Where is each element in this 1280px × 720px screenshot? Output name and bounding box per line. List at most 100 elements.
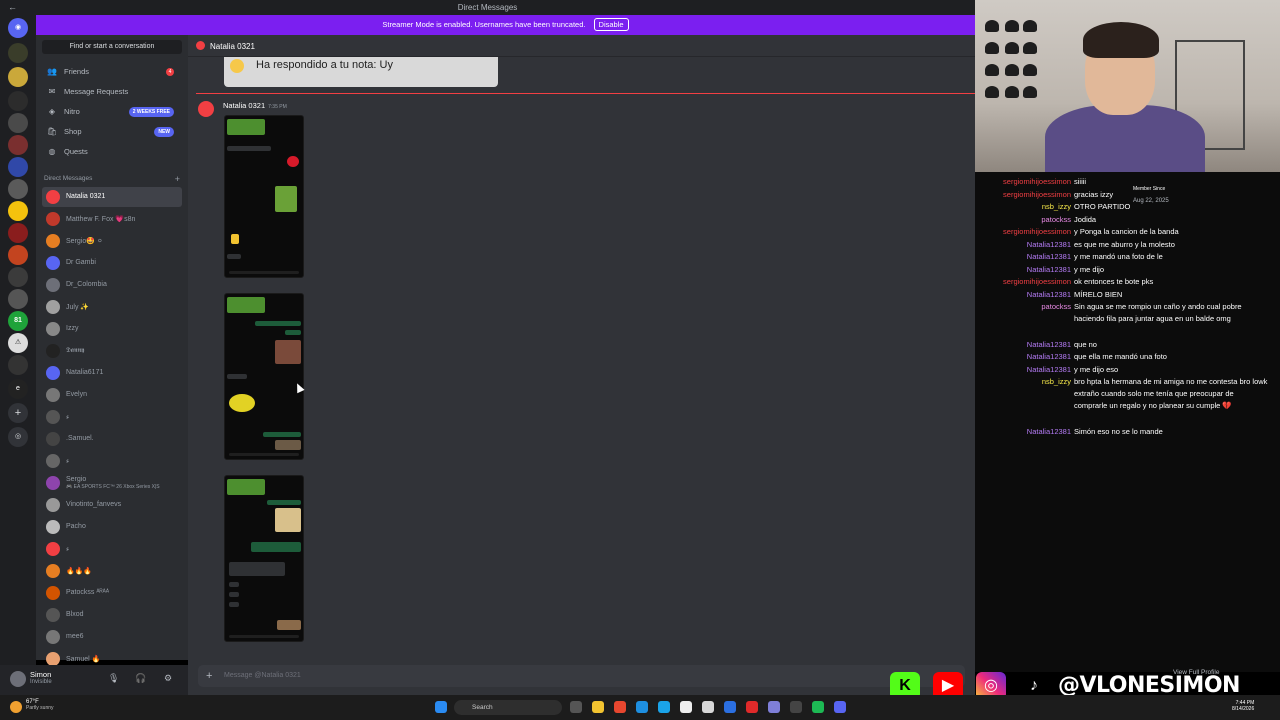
server-icon[interactable]	[8, 201, 28, 221]
chat-username[interactable]: Natalia12381	[980, 339, 1071, 351]
image-attachment[interactable]	[224, 293, 304, 460]
headphones-icon[interactable]: 🎧	[135, 673, 146, 684]
chat-username[interactable]: Natalia12381	[980, 251, 1071, 263]
app-icon[interactable]	[702, 701, 714, 713]
server-icon[interactable]: ⚠	[8, 333, 28, 353]
chat-username[interactable]: nsb_izzy	[980, 376, 1071, 388]
server-icon[interactable]	[8, 67, 28, 87]
live-chat-message: patockss Sin agua se me rompio un caño y …	[980, 301, 1270, 325]
dm-name: 𝕯𝖆𝖓𝖓𝖞	[66, 347, 85, 354]
dm-item[interactable]: Sergio 🎮 EA SPORTS FC™ 26 Xbox Series X|S	[42, 473, 182, 493]
chat-username[interactable]: sergiomihijoessimon	[980, 276, 1071, 288]
app-icon[interactable]	[724, 701, 736, 713]
app-icon[interactable]	[768, 701, 780, 713]
home-discord-icon[interactable]: ◉	[8, 18, 28, 38]
dm-item[interactable]: Dr_Colombia	[42, 275, 182, 295]
spotify-icon[interactable]	[812, 701, 824, 713]
dm-item[interactable]: Izzy	[42, 319, 182, 339]
dm-item[interactable]: ء	[42, 539, 182, 559]
message-input[interactable]: Message @Natalia 0321	[224, 672, 301, 679]
discord-icon[interactable]	[834, 701, 846, 713]
live-chat-message: nsb_izzy bro hpta la hermana de mi amiga …	[980, 376, 1270, 412]
server-icon[interactable]	[8, 157, 28, 177]
dm-item[interactable]: mee6	[42, 627, 182, 647]
chat-username[interactable]: patockss	[980, 301, 1071, 313]
chat-username[interactable]: Natalia12381	[980, 351, 1071, 363]
chat-username[interactable]: sergiomihijoessimon	[980, 226, 1071, 238]
dm-item[interactable]: Evelyn	[42, 385, 182, 405]
task-view-icon[interactable]	[570, 701, 582, 713]
weather-widget[interactable]: 67°F Partly sunny	[26, 699, 54, 711]
add-server-icon[interactable]: +	[8, 403, 28, 423]
server-icon[interactable]	[8, 355, 28, 375]
nav-quests[interactable]: ◍ Quests	[42, 143, 182, 161]
dm-item[interactable]: 🔥🔥🔥	[42, 561, 182, 581]
message-author[interactable]: Natalia 0321 7:35 PM	[223, 101, 287, 110]
app-icon[interactable]	[614, 701, 626, 713]
discover-icon[interactable]: ◎	[8, 427, 28, 447]
dm-item[interactable]: Matthew F. Fox 💗s8n	[42, 209, 182, 229]
server-icon[interactable]	[8, 223, 28, 243]
find-conversation-input[interactable]: Find or start a conversation	[42, 40, 182, 54]
server-icon[interactable]	[8, 113, 28, 133]
app-icon[interactable]	[790, 701, 802, 713]
chat-username[interactable]: patockss	[980, 214, 1071, 226]
avatar[interactable]	[198, 101, 214, 117]
message-composer[interactable]: + Message @Natalia 0321	[198, 665, 965, 687]
app-icon[interactable]	[746, 701, 758, 713]
edge-icon[interactable]	[636, 701, 648, 713]
image-attachment[interactable]	[224, 115, 304, 278]
nav-friends[interactable]: 👥 Friends 4	[42, 63, 182, 81]
disable-button[interactable]: Disable	[593, 18, 629, 31]
chat-username[interactable]: Natalia12381	[980, 289, 1071, 301]
dm-item[interactable]: ء	[42, 451, 182, 471]
nav-message-requests[interactable]: ✉ Message Requests	[42, 83, 182, 101]
chat-username[interactable]: sergiomihijoessimon	[980, 189, 1071, 201]
dm-item[interactable]: Vinotinto_fanvevs	[42, 495, 182, 515]
chat-username[interactable]: Natalia12381	[980, 239, 1071, 251]
dm-item[interactable]: ء	[42, 407, 182, 427]
dm-item[interactable]: July ✨	[42, 297, 182, 317]
dm-item[interactable]: 𝕯𝖆𝖓𝖓𝖞	[42, 341, 182, 361]
server-icon[interactable]	[8, 245, 28, 265]
chat-username[interactable]: Natalia12381	[980, 364, 1071, 376]
nav-shop[interactable]: 🛍 Shop NEW	[42, 123, 182, 141]
server-icon[interactable]: 81	[8, 311, 28, 331]
chat-username[interactable]: Natalia12381	[980, 264, 1071, 276]
server-icon[interactable]	[8, 43, 28, 63]
previous-image-attachment[interactable]: Ha respondido a tu nota: Uy	[224, 57, 498, 87]
dm-item[interactable]: Natalia6171	[42, 363, 182, 383]
dm-item[interactable]: .Samuel.	[42, 429, 182, 449]
attach-plus-icon[interactable]: +	[206, 670, 212, 682]
chat-username[interactable]: nsb_izzy	[980, 201, 1071, 213]
chat-bubble	[251, 542, 301, 552]
dm-item[interactable]: Sergio🤩 ⚪	[42, 231, 182, 251]
create-dm-plus-icon[interactable]: +	[175, 174, 180, 184]
dm-item[interactable]: Natalia 0321	[42, 187, 182, 207]
taskbar-search[interactable]: Search	[454, 700, 562, 715]
image-attachment[interactable]	[224, 475, 304, 642]
windows-start-icon[interactable]	[435, 701, 447, 713]
gear-icon[interactable]: ⚙	[164, 673, 172, 684]
dm-item[interactable]: Blxod	[42, 605, 182, 625]
server-icon[interactable]	[8, 289, 28, 309]
avatar[interactable]	[10, 671, 26, 687]
dm-item[interactable]: Dr Gambi	[42, 253, 182, 273]
server-icon[interactable]	[8, 135, 28, 155]
dm-item[interactable]: Patockss ᴬᴿᴬᴬ	[42, 583, 182, 603]
chat-username[interactable]: sergiomihijoessimon	[980, 176, 1071, 188]
microphone-icon[interactable]: 🎙	[108, 673, 119, 684]
server-icon[interactable]	[8, 267, 28, 287]
server-icon[interactable]: e	[8, 379, 28, 399]
chat-username[interactable]: Natalia12381	[980, 426, 1071, 438]
server-icon[interactable]	[8, 91, 28, 111]
server-icon[interactable]	[8, 179, 28, 199]
dm-item[interactable]: Pacho	[42, 517, 182, 537]
system-clock[interactable]: 7:44 PM 8/14/2026	[1232, 700, 1254, 712]
chat-bubble	[285, 330, 301, 335]
weather-icon[interactable]	[10, 701, 22, 713]
app-icon[interactable]	[658, 701, 670, 713]
file-explorer-icon[interactable]	[592, 701, 604, 713]
nav-nitro[interactable]: ◈ Nitro 2 WEEKS FREE	[42, 103, 182, 121]
chrome-icon[interactable]	[680, 701, 692, 713]
